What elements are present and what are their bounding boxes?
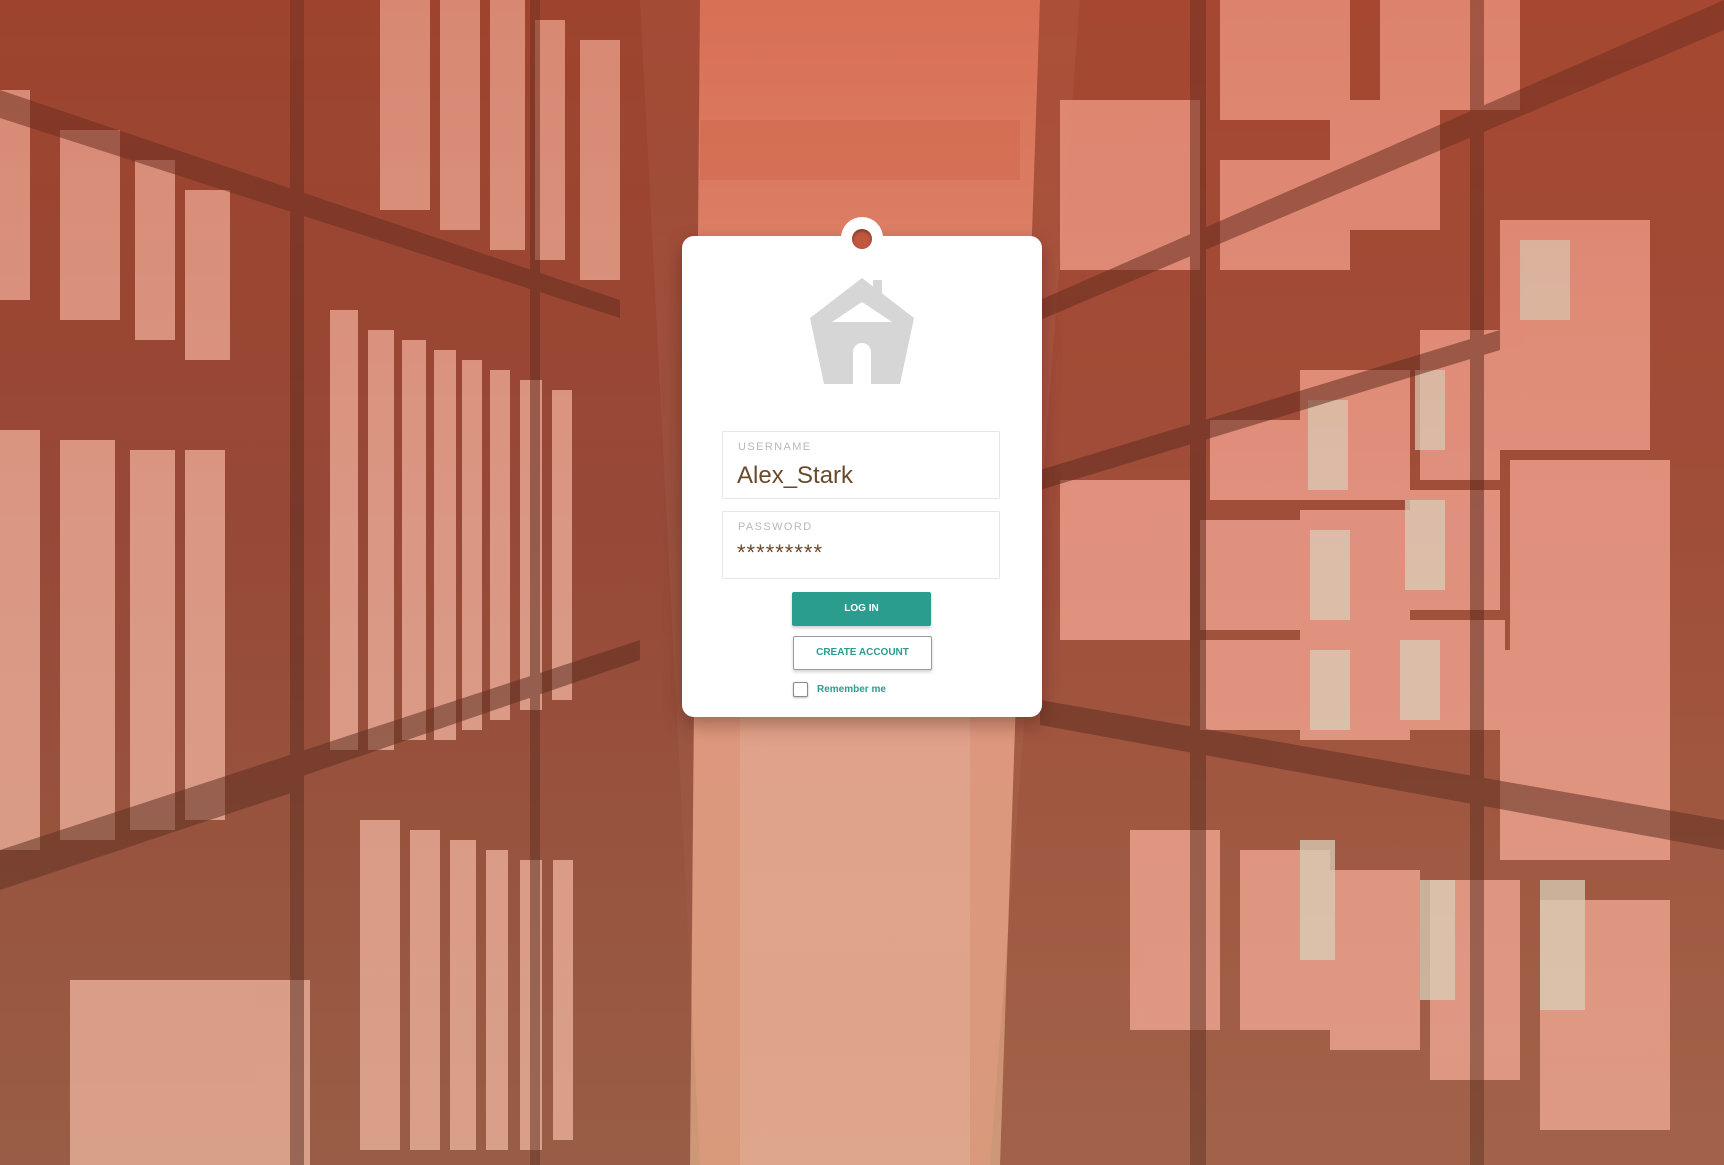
remember-me-label[interactable]: Remember me [817,684,886,695]
password-input[interactable] [737,540,987,566]
username-input[interactable] [737,462,987,490]
username-label: USERNAME [738,441,812,453]
password-field[interactable]: PASSWORD [722,511,1000,579]
hanger-hole [852,229,872,249]
password-label: PASSWORD [738,521,813,533]
remember-me-row[interactable]: Remember me [793,681,886,697]
remember-me-checkbox[interactable] [793,681,808,697]
house-icon [810,278,914,384]
card-hanger-tab [841,217,883,259]
username-field[interactable]: USERNAME [722,431,1000,499]
login-card: USERNAME PASSWORD LOG IN CREATE ACCOUNT … [682,217,1042,717]
log-in-button[interactable]: LOG IN [792,592,931,626]
create-account-button[interactable]: CREATE ACCOUNT [793,636,932,670]
login-screen: USERNAME PASSWORD LOG IN CREATE ACCOUNT … [0,0,1724,1165]
